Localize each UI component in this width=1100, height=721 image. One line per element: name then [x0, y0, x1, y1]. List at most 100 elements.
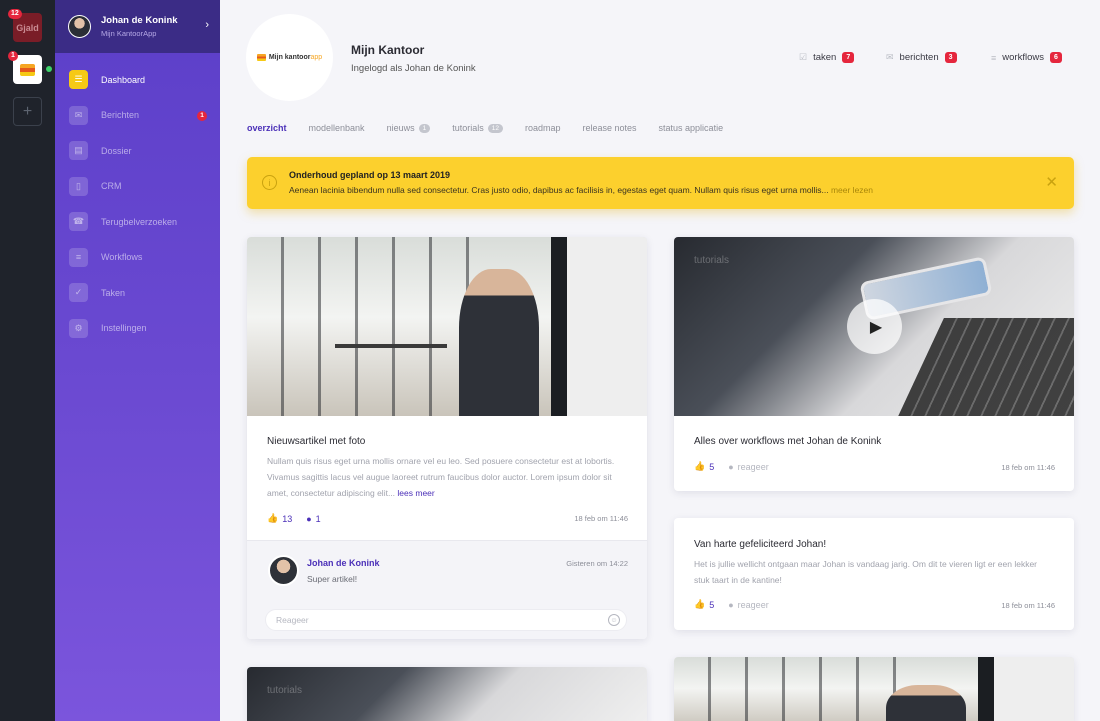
congrats-actions: 👍 5 ● reageer [694, 599, 769, 610]
contacts-icon: ▯ [69, 176, 88, 196]
tutorial-title[interactable]: Alles over workflows met Johan de Konink [694, 436, 881, 447]
plus-icon: + [22, 102, 33, 120]
sidebar-item-dashboard[interactable]: ☰ Dashboard [55, 62, 220, 98]
tab-overzicht[interactable]: overzicht [247, 123, 287, 133]
news-card-2 [674, 657, 1074, 721]
news-date: 18 feb om 11:46 [574, 514, 628, 523]
chevron-right-icon[interactable]: › [205, 19, 209, 31]
close-icon[interactable]: ✕ [1045, 173, 1058, 191]
tab-label: tutorials [452, 123, 484, 133]
banner-text-body: Aenean lacinia bibendum nulla sed consec… [289, 185, 829, 195]
counter-label: workflows [1002, 52, 1044, 63]
congrats-card: Van harte gefeliciteerd Johan! Het is ju… [674, 518, 1074, 630]
gjald-app-badge: 12 [8, 9, 22, 19]
tab-label: roadmap [524, 123, 561, 133]
online-status-dot [46, 66, 52, 72]
tab-roadmap[interactable]: roadmap [525, 123, 561, 133]
banner-more-link[interactable]: meer lezen [831, 185, 873, 195]
page-title: Mijn Kantoor [351, 43, 425, 57]
sidebar-item-label: Terugbelverzoeken [101, 216, 178, 227]
taken-counter[interactable]: ☑ taken 7 [799, 52, 855, 63]
reply-link[interactable]: reageer [738, 600, 769, 610]
add-app-button[interactable]: + [13, 97, 42, 126]
play-icon[interactable]: ▶ [847, 299, 902, 354]
comment-author[interactable]: Johan de Konink [307, 558, 380, 568]
emoji-icon[interactable]: ☺ [608, 614, 620, 626]
comment-date: Gisteren om 14:22 [566, 559, 628, 568]
list-icon: ≡ [69, 247, 88, 267]
phone-icon: ☎ [69, 212, 88, 232]
avatar [268, 555, 299, 586]
tab-tutorials[interactable]: tutorials 12 [452, 123, 503, 133]
info-icon: i [262, 175, 277, 190]
thumbs-up-icon[interactable]: 👍 [267, 513, 278, 524]
comment-text: Super artikel! [307, 574, 358, 584]
sidebar-item-dossier[interactable]: ▤ Dossier [55, 133, 220, 169]
workflows-counter[interactable]: ≡ workflows 6 [991, 52, 1062, 63]
sidebar-item-label: Dossier [101, 145, 132, 156]
reply-link[interactable]: reageer [738, 462, 769, 472]
avatar [68, 15, 91, 38]
sidebar-item-berichten[interactable]: ✉ Berichten 1 [55, 98, 220, 134]
congrats-title[interactable]: Van harte gefeliciteerd Johan! [694, 539, 826, 550]
tab-status-applicatie[interactable]: status applicatie [659, 123, 724, 133]
counter-label: taken [813, 52, 837, 63]
messages-icon: ✉ [886, 52, 894, 62]
tutorial-date: 18 feb om 11:46 [1001, 463, 1055, 472]
sidebar-nav: ☰ Dashboard ✉ Berichten 1 ▤ Dossier ▯ CR… [55, 62, 220, 346]
read-more-link[interactable]: lees meer [397, 488, 434, 498]
tab-nieuws[interactable]: nieuws 1 [387, 123, 431, 133]
sidebar-item-label: Taken [101, 287, 126, 298]
tab-bar: overzicht modellenbank nieuws 1 tutorials… [247, 123, 745, 133]
tab-label: overzicht [247, 123, 287, 133]
banner-title: Onderhoud gepland op 13 maart 2019 [289, 170, 451, 180]
thumbs-up-icon[interactable]: 👍 [694, 599, 705, 610]
banner-text: Aenean lacinia bibendum nulla sed consec… [289, 185, 873, 195]
counter-badge: 6 [1049, 52, 1062, 63]
sidebar-item-label: Instellingen [101, 323, 147, 334]
news-body-text: Nullam quis risus eget urna mollis ornar… [267, 456, 615, 498]
kantoorapp-logo-icon [20, 63, 35, 76]
berichten-counter[interactable]: ✉ berichten 3 [886, 52, 957, 63]
sidebar: Johan de Konink Mijn KantoorApp › ☰ Dash… [55, 0, 220, 721]
comment-section: Johan de Konink Super artikel! Gisteren … [247, 540, 647, 639]
tab-release-notes[interactable]: release notes [582, 123, 636, 133]
berichten-badge: 1 [197, 110, 207, 121]
maintenance-banner: i Onderhoud gepland op 13 maart 2019 Aen… [247, 157, 1074, 209]
app-rail: Gjald 12 1 + [0, 0, 55, 721]
checkbox-icon: ✓ [69, 283, 88, 303]
tutorial-label: tutorials [267, 685, 303, 696]
news-title[interactable]: Nieuwsartikel met foto [267, 436, 365, 447]
list-icon: ≡ [991, 52, 997, 63]
counter-label: berichten [899, 52, 939, 63]
office-logo: Mijn kantoor app [246, 14, 333, 101]
sidebar-item-terugbelverzoeken[interactable]: ☎ Terugbelverzoeken [55, 204, 220, 240]
kantoorapp-logo-icon [256, 54, 266, 61]
news-photo [247, 237, 647, 416]
sidebar-item-label: Berichten [101, 110, 140, 121]
sidebar-item-taken[interactable]: ✓ Taken [55, 275, 220, 311]
comment-count: 1 [315, 513, 321, 524]
comment-icon[interactable]: ● [728, 462, 733, 472]
profile-header[interactable]: Johan de Konink Mijn KantoorApp › [55, 0, 220, 53]
logo-suffix: app [310, 54, 323, 61]
congrats-body: Het is jullie wellicht ontgaan maar Joha… [694, 559, 1038, 585]
like-count: 5 [709, 461, 715, 472]
sidebar-item-instellingen[interactable]: ⚙ Instellingen [55, 311, 220, 347]
news-photo [674, 657, 1074, 721]
comment-icon[interactable]: ● [306, 514, 311, 524]
tab-modellenbank[interactable]: modellenbank [309, 123, 365, 133]
comment-icon[interactable]: ● [728, 600, 733, 610]
sidebar-item-crm[interactable]: ▯ CRM [55, 169, 220, 205]
folder-icon: ▤ [69, 141, 88, 161]
like-count: 5 [709, 599, 715, 610]
thumbs-up-icon[interactable]: 👍 [694, 461, 705, 472]
tutorial-video-thumbnail[interactable]: tutorials [247, 667, 647, 721]
kantoorapp-app-button[interactable] [13, 55, 42, 84]
sidebar-item-workflows[interactable]: ≡ Workflows [55, 240, 220, 276]
reply-input[interactable] [276, 610, 596, 630]
checkbox-icon: ☑ [799, 52, 808, 62]
tutorial-video-thumbnail[interactable]: tutorials ▶ [674, 237, 1074, 416]
sidebar-item-label: CRM [101, 181, 122, 192]
reply-field: ☺ [265, 609, 627, 631]
